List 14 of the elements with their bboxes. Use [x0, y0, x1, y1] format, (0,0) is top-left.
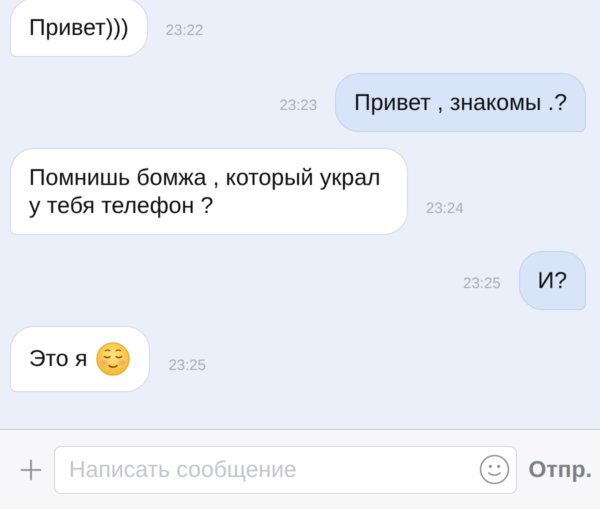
message-text: Помнишь бомжа , который украл у тебя телефон ?: [29, 162, 382, 220]
message-time: 23:25: [168, 356, 206, 376]
message-input-field[interactable]: Написать сообщение: [54, 446, 516, 494]
attach-plus-icon[interactable]: [20, 458, 42, 480]
emoji-icon[interactable]: [478, 454, 510, 484]
message-text: Привет))): [29, 13, 129, 42]
message-time: 23:25: [463, 274, 501, 294]
message-text: Привет , знакомы .?: [354, 88, 567, 116]
send-button[interactable]: Отпр.: [528, 456, 592, 483]
message-time: 23:22: [166, 22, 204, 41]
message-text: И?: [538, 266, 567, 295]
message-text: Это я: [29, 344, 88, 374]
message-time: 23:23: [280, 96, 318, 116]
message-time: 23:24: [426, 200, 464, 219]
